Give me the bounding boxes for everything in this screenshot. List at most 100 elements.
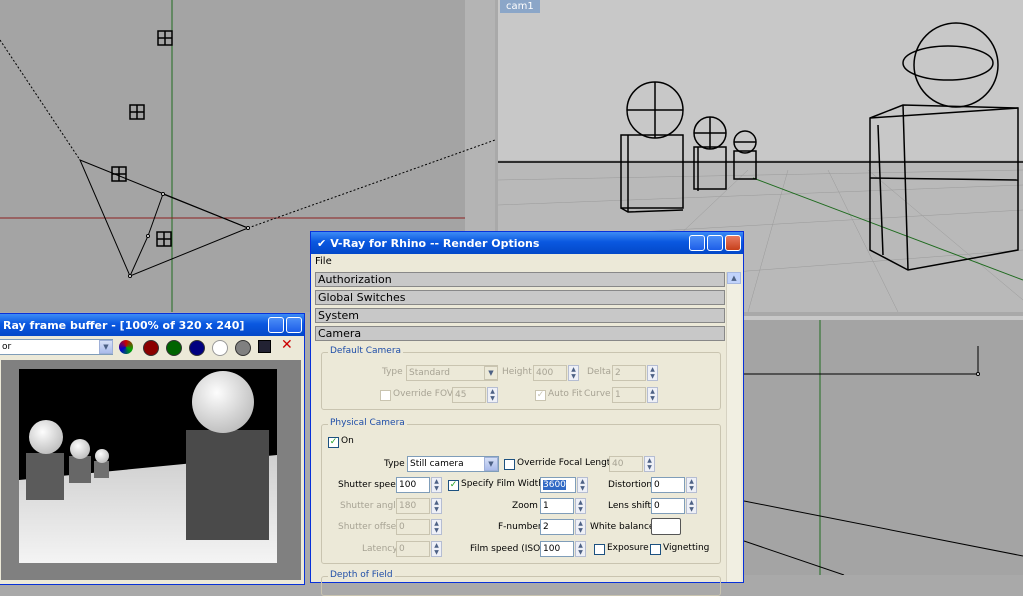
height-label: Height (502, 367, 532, 377)
curve-field[interactable]: 1 (612, 387, 646, 403)
depth-of-field-title: Depth of Field (328, 570, 395, 580)
render-options-window[interactable]: ✔ V-Ray for Rhino -- Render Options File… (310, 231, 744, 596)
rollout-authorization[interactable]: Authorization (315, 272, 725, 287)
physical-type-label: Type (384, 459, 405, 469)
rollout-global-switches[interactable]: Global Switches (315, 290, 725, 305)
film-speed-spinner[interactable]: ▲ ▼ (575, 541, 586, 557)
maximize-button[interactable] (286, 317, 302, 333)
curve-label: Curve (584, 389, 611, 399)
minimize-button[interactable] (689, 235, 705, 251)
auto-fit-checkbox[interactable]: ✓ (535, 390, 546, 401)
shutter-speed-field[interactable]: 100 (396, 477, 430, 493)
shutter-angle-field[interactable]: 180 (396, 498, 430, 514)
viewport-right[interactable] (744, 316, 1023, 575)
type-label: Type (382, 367, 403, 377)
delta-field[interactable]: 2 (612, 365, 646, 381)
latency-spinner[interactable]: ▲ ▼ (431, 541, 442, 557)
fov-spinner[interactable]: ▲ ▼ (487, 387, 498, 403)
fov-field[interactable]: 45 (452, 387, 486, 403)
save-icon[interactable] (258, 340, 271, 353)
scrollbar[interactable]: ▲ (726, 272, 741, 582)
render-options-titlebar[interactable]: ✔ V-Ray for Rhino -- Render Options (311, 232, 743, 254)
red-channel-button[interactable] (143, 340, 159, 356)
close-icon[interactable]: ✕ (281, 337, 293, 353)
override-fov-label: Override FOV (393, 389, 454, 399)
physical-camera-title: Physical Camera (328, 418, 407, 428)
fnumber-label: F-number (498, 522, 542, 532)
distortion-spinner[interactable]: ▲ ▼ (686, 477, 697, 493)
minimize-button[interactable] (268, 317, 284, 333)
film-width-spinner[interactable]: ▲ ▼ (577, 477, 588, 493)
physical-camera-group: Physical Camera ✓ On Type Still camera ▼… (321, 418, 721, 564)
shutter-offset-label: Shutter offset (338, 522, 400, 532)
override-fov-checkbox[interactable] (380, 390, 391, 401)
specify-film-width-checkbox[interactable]: ✓ (448, 480, 459, 491)
alpha-channel-button[interactable] (212, 340, 228, 356)
right-view-drawing (744, 316, 1023, 575)
height-spinner[interactable]: ▲ ▼ (568, 365, 579, 381)
fnumber-spinner[interactable]: ▲ ▼ (575, 519, 586, 535)
fnumber-field[interactable]: 2 (540, 519, 574, 535)
on-label: On (341, 436, 354, 446)
default-camera-group: Default Camera Type Standard ▼ Height 40… (321, 346, 721, 410)
scroll-up-button[interactable]: ▲ (727, 272, 741, 284)
render-options-title: V-Ray for Rhino -- Render Options (330, 236, 540, 250)
mono-channel-button[interactable] (235, 340, 251, 356)
frame-buffer-title: Ray frame buffer - [100% of 320 x 240] (3, 318, 245, 332)
shutter-offset-spinner[interactable]: ▲ ▼ (431, 519, 442, 535)
blue-channel-button[interactable] (189, 340, 205, 356)
maximize-button[interactable] (707, 235, 723, 251)
auto-fit-label: Auto Fit (548, 389, 583, 399)
channel-select[interactable]: or (0, 339, 113, 355)
white-balance-label: White balance (590, 522, 655, 532)
latency-field[interactable]: 0 (396, 541, 430, 557)
focal-length-field[interactable]: 40 (609, 456, 643, 472)
shutter-offset-field[interactable]: 0 (396, 519, 430, 535)
green-channel-button[interactable] (166, 340, 182, 356)
film-width-field[interactable]: 3600 (540, 477, 576, 493)
distortion-field[interactable]: 0 (651, 477, 685, 493)
film-speed-label: Film speed (ISO) (470, 544, 544, 554)
zoom-field[interactable]: 1 (540, 498, 574, 514)
chevron-down-icon[interactable]: ▼ (484, 366, 498, 380)
rollout-camera[interactable]: Camera (315, 326, 725, 341)
film-speed-field[interactable]: 100 (540, 541, 574, 557)
vray-logo-icon: ✔ (317, 236, 327, 250)
menu-file[interactable]: File (311, 254, 743, 270)
lens-shift-spinner[interactable]: ▲ ▼ (686, 498, 697, 514)
focal-spinner[interactable]: ▲ ▼ (644, 456, 655, 472)
frame-buffer-toolbar: or ▼ ✕ (0, 336, 304, 358)
vignetting-checkbox[interactable] (650, 544, 661, 555)
viewport-label[interactable]: cam1 (500, 0, 540, 13)
shutter-angle-spinner[interactable]: ▲ ▼ (431, 498, 442, 514)
chevron-down-icon[interactable]: ▼ (99, 340, 113, 354)
chevron-down-icon[interactable]: ▼ (484, 457, 498, 471)
white-balance-swatch[interactable] (651, 518, 681, 535)
film-width-value: 3600 (543, 480, 566, 490)
delta-spinner[interactable]: ▲ ▼ (647, 365, 658, 381)
physical-camera-on-checkbox[interactable]: ✓ (328, 437, 339, 448)
specify-film-width-label: Specify Film Width (461, 479, 544, 489)
frame-buffer-titlebar[interactable]: Ray frame buffer - [100% of 320 x 240] (0, 314, 304, 336)
height-field[interactable]: 400 (533, 365, 567, 381)
exposure-label: Exposure (607, 543, 649, 553)
shutter-speed-spinner[interactable]: ▲ ▼ (431, 477, 442, 493)
zoom-label: Zoom (512, 501, 538, 511)
render-canvas-area (1, 360, 301, 580)
rgb-channel-icon[interactable] (119, 340, 133, 354)
rollout-system[interactable]: System (315, 308, 725, 323)
override-focal-checkbox[interactable] (504, 459, 515, 470)
close-button[interactable] (725, 235, 741, 251)
curve-spinner[interactable]: ▲ ▼ (647, 387, 658, 403)
lens-shift-label: Lens shift (608, 501, 652, 511)
distortion-label: Distortion (608, 480, 653, 490)
delta-label: Delta (587, 367, 612, 377)
vignetting-label: Vignetting (663, 543, 710, 553)
lens-shift-field[interactable]: 0 (651, 498, 685, 514)
exposure-checkbox[interactable] (594, 544, 605, 555)
shutter-speed-label: Shutter speed (338, 480, 402, 490)
zoom-spinner[interactable]: ▲ ▼ (575, 498, 586, 514)
frame-buffer-window[interactable]: Ray frame buffer - [100% of 320 x 240] o… (0, 313, 305, 585)
depth-of-field-group: Depth of Field (321, 570, 721, 596)
rendered-image (19, 369, 277, 563)
